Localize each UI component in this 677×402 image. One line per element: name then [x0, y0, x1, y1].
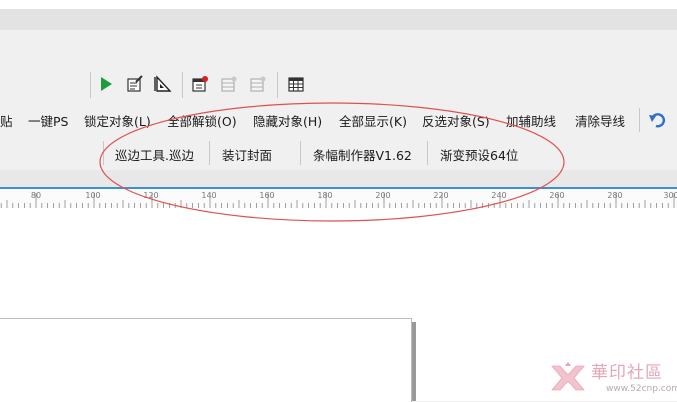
ruler-label: 240: [491, 191, 507, 200]
horizontal-ruler[interactable]: [0, 187, 677, 208]
toolbar-separator: [427, 141, 428, 165]
grid-disabled-icon[interactable]: [247, 73, 269, 95]
toolbar-separator: [90, 72, 91, 98]
toolbar-separator: [277, 72, 278, 98]
one-click-ps-button[interactable]: 一键PS: [28, 111, 68, 130]
triangle-ruler-icon[interactable]: [152, 73, 174, 95]
lock-object-button[interactable]: 锁定对象(L): [84, 111, 151, 130]
document-page[interactable]: [0, 318, 412, 402]
hide-object-button[interactable]: 隐藏对象(H): [253, 111, 322, 130]
toolbar-separator: [639, 108, 640, 132]
edge-tool-button[interactable]: 巡边工具.巡边: [115, 145, 194, 164]
paste-button[interactable]: 贴: [0, 111, 13, 130]
ruler-label: 220: [433, 191, 449, 200]
add-guides-button[interactable]: 加辅助线: [506, 111, 556, 130]
ruler-ticks: [0, 193, 675, 208]
strip-maker-button[interactable]: 条幅制作器V1.62: [313, 145, 412, 164]
watermark-title: 華印社區: [591, 363, 663, 383]
grid-disabled-icon[interactable]: [218, 73, 240, 95]
show-all-button[interactable]: 全部显示(K): [339, 111, 407, 130]
play-icon[interactable]: [95, 73, 117, 95]
calendar-icon[interactable]: [285, 73, 307, 95]
toolbar-separator: [103, 141, 104, 165]
ruler-label: 140: [201, 191, 217, 200]
ruler-label: 160: [259, 191, 275, 200]
calendar-record-icon[interactable]: [189, 73, 211, 95]
gradient-preset-button[interactable]: 渐变预设64位: [440, 145, 518, 164]
page-shadow: [412, 322, 416, 401]
unlock-all-button[interactable]: 全部解锁(O): [167, 111, 237, 130]
invert-select-button[interactable]: 反选对象(S): [422, 111, 490, 130]
ruler-label: 300: [663, 191, 677, 200]
ruler-label: 100: [85, 191, 101, 200]
ruler-label: 180: [317, 191, 333, 200]
toolbar-separator: [182, 72, 183, 98]
toolbar-separator: [209, 141, 210, 165]
ruler-label: 280: [607, 191, 623, 200]
ruler-label: 80: [30, 191, 42, 200]
toolbar-gap: [0, 170, 677, 187]
binding-cover-button[interactable]: 装订封面: [222, 145, 272, 164]
undo-icon[interactable]: [648, 111, 668, 129]
watermark-logo-icon: [548, 360, 588, 396]
ruler-label: 120: [143, 191, 159, 200]
title-strip: [0, 9, 677, 30]
menu-area: [0, 30, 677, 67]
clear-guides-button[interactable]: 清除导线: [575, 111, 625, 130]
edit-page-icon[interactable]: [124, 73, 146, 95]
ruler-label: 260: [549, 191, 565, 200]
ruler-label: 200: [375, 191, 391, 200]
top-band: [0, 0, 677, 9]
watermark-url: www.52cnp.com: [606, 384, 677, 394]
toolbar-separator: [300, 141, 301, 165]
